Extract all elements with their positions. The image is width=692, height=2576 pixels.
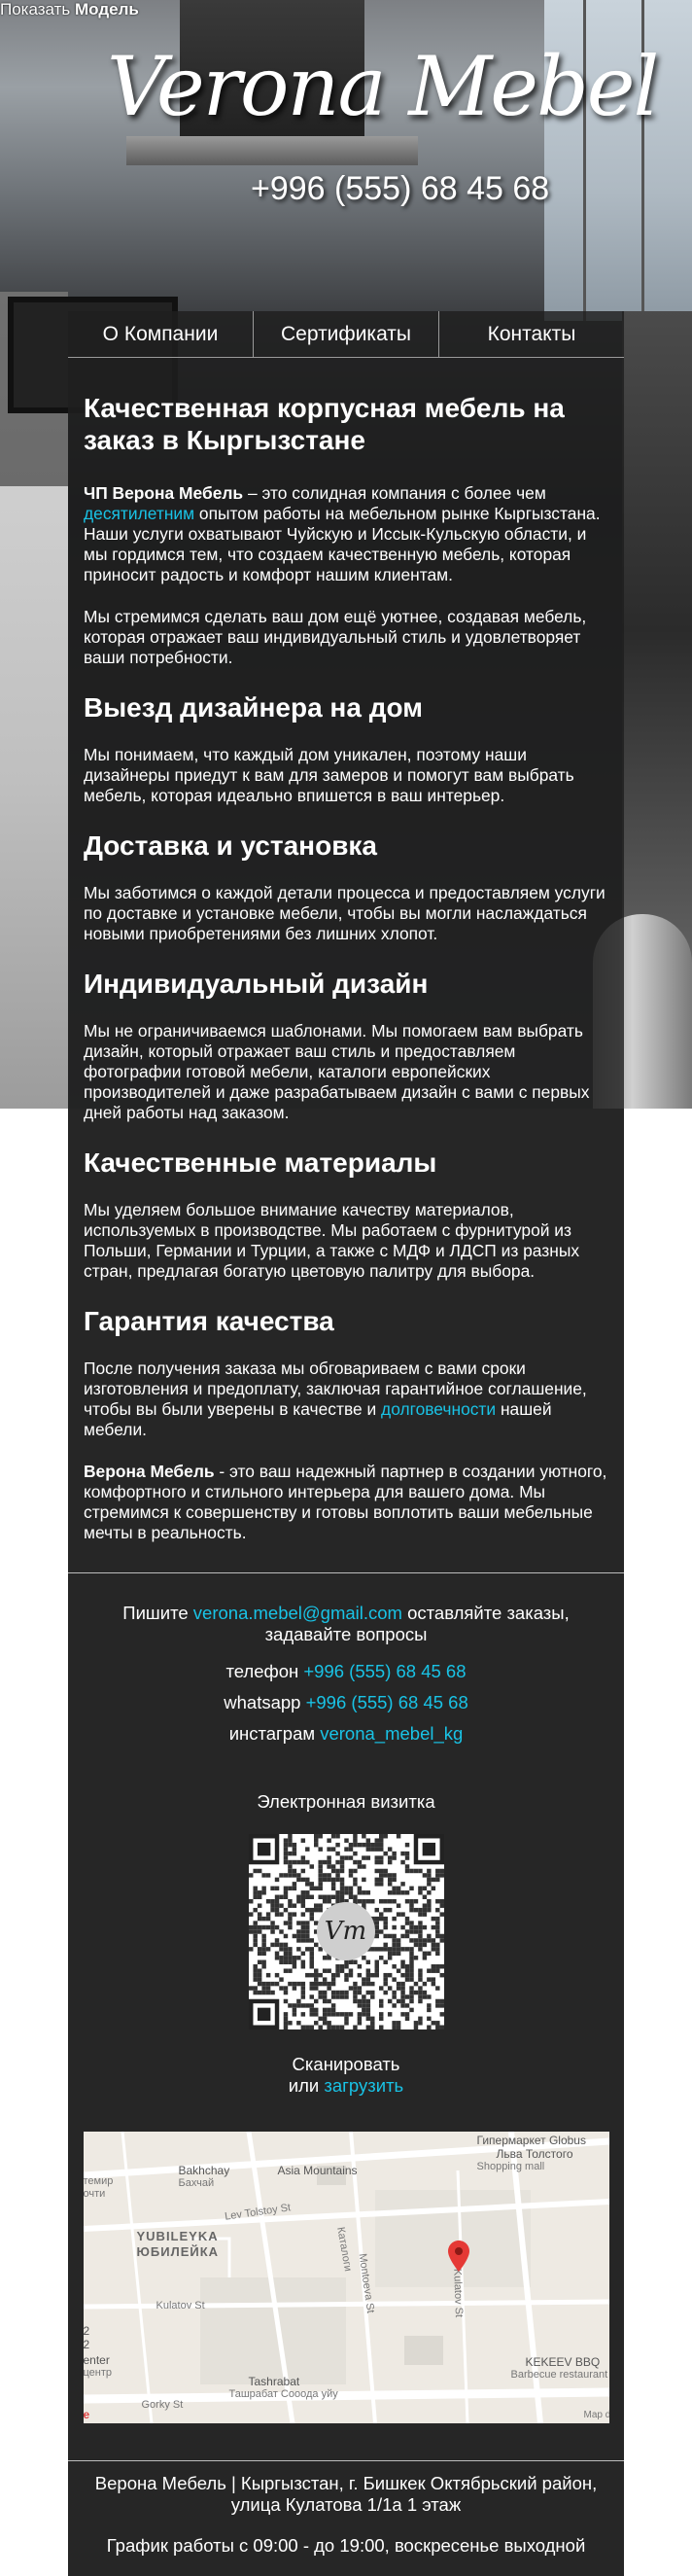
decade-link[interactable]: десятилетним <box>84 504 194 523</box>
phone-line: телефон +996 (555) 68 45 68 <box>68 1661 624 1682</box>
write-us-text: Пишите verona.mebel@gmail.com оставляйте… <box>68 1603 624 1645</box>
map-label-barbecue: Barbecue restaurant <box>510 2369 608 2381</box>
section-title-design: Индивидуальный дизайн <box>84 969 429 999</box>
map-label-gorky: Gorky St <box>141 2399 184 2411</box>
map-label-yubileyka-ru: ЮБИЛЕЙКА <box>136 2244 220 2259</box>
map-label-two-a: 2 <box>83 2324 90 2338</box>
intro-text-a: – это солидная компания с более чем <box>243 483 546 503</box>
map-pin-icon[interactable] <box>447 2241 469 2272</box>
closing-company-name: Верона Мебель <box>84 1462 215 1481</box>
vcard-title: Электронная визитка <box>257 1791 435 1812</box>
vcard-qr-code[interactable]: Vm <box>248 1834 444 2029</box>
section-text-materials: Мы уделяем большое внимание качеству мат… <box>84 1200 580 1281</box>
section-text-designer: Мы понимаем, что каждый дом уникален, по… <box>84 745 574 805</box>
header-phone[interactable]: +996 (555) 68 45 68 <box>251 170 549 208</box>
closing-paragraph: Верона Мебель - это ваш надежный партнер… <box>84 1462 608 1543</box>
section-title-guarantee: Гарантия качества <box>84 1306 334 1336</box>
page-title: Качественная корпусная мебель на заказ в… <box>84 393 565 455</box>
map-label-shopping: Shopping mall <box>476 2161 545 2172</box>
show-label: Показать <box>0 0 71 18</box>
map-label-ochti: очти <box>83 2188 106 2200</box>
section-title-materials: Качественные материалы <box>84 1147 437 1178</box>
company-name: ЧП Верона Мебель <box>84 483 244 503</box>
map-label-temir: темир <box>83 2175 114 2187</box>
section-text-design: Мы не ограничиваемся шаблонами. Мы помог… <box>84 1021 590 1122</box>
map-label-kulatov-vertical: Kulatov St <box>450 2268 465 2318</box>
intro-paragraph: ЧП Верона Мебель – это солидная компания… <box>84 483 608 585</box>
section-text-guarantee: После получения заказа мы обговариваем с… <box>84 1359 608 1440</box>
map-label-asia: Asia Mountains <box>277 2164 358 2177</box>
email-link[interactable]: verona.mebel@gmail.com <box>193 1603 402 1623</box>
map-label-tashrabat: Tashrabat <box>248 2375 300 2388</box>
whatsapp-label: whatsapp <box>224 1692 306 1712</box>
footer-hours: График работы с 09:00 - до 19:00, воскре… <box>106 2535 586 2556</box>
map-label-two-b: 2 <box>83 2338 90 2351</box>
intro-paragraph-2: Мы стремимся сделать ваш дом ещё уютнее,… <box>84 607 587 667</box>
map-label-centr: центр <box>83 2367 113 2379</box>
phone-label: телефон <box>225 1661 304 1681</box>
map-label-bakhchay: Bakhchay <box>178 2164 230 2177</box>
section-title-delivery: Доставка и установка <box>84 830 377 861</box>
map-label-yubileyka: YUBILEYKA <box>136 2229 219 2243</box>
whatsapp-link[interactable]: +996 (555) 68 45 68 <box>306 1692 468 1712</box>
instagram-link[interactable]: verona_mebel_kg <box>320 1723 463 1744</box>
footer-address: Верона Мебель | Кыргызстан, г. Бишкек Ок… <box>94 2473 598 2515</box>
site-logo[interactable]: Verona Mebel <box>107 39 659 146</box>
main-nav: О Компании Сертификаты Контакты <box>68 311 624 358</box>
scan-text: Сканировать или загрузить <box>68 2054 624 2097</box>
phone-link[interactable]: +996 (555) 68 45 68 <box>303 1661 466 1681</box>
main-content: Качественная корпусная мебель на заказ в… <box>68 392 624 1543</box>
map-label-tolstogo: Льва Толстого <box>496 2147 573 2161</box>
instagram-label: инстаграм <box>228 1723 321 1744</box>
section-title-designer: Выезд дизайнера на дом <box>84 692 423 723</box>
scan-or: или <box>288 2075 325 2096</box>
map-label-tashrabat-ru: Ташрабат Сооода уйу <box>228 2388 338 2400</box>
nav-item-certificates[interactable]: Сертификаты <box>253 311 438 357</box>
durability-link[interactable]: долговечности <box>381 1399 496 1419</box>
map-label-bakhchay-ru: Бахчай <box>178 2177 215 2189</box>
instagram-line: инстаграм verona_mebel_kg <box>68 1723 624 1745</box>
scan-line-2: или загрузить <box>68 2075 624 2097</box>
section-text-delivery: Мы заботимся о каждой детали процесса и … <box>84 883 606 943</box>
whatsapp-line: whatsapp +996 (555) 68 45 68 <box>68 1692 624 1713</box>
footer-divider <box>68 2460 624 2461</box>
download-link[interactable]: загрузить <box>324 2075 403 2096</box>
divider <box>68 1572 624 1573</box>
map-attribution: Map d <box>583 2410 609 2420</box>
map-google-logo: e <box>83 2408 90 2421</box>
map-label-kekeev: KEKEEV BBQ <box>525 2355 601 2369</box>
map-label-globus: Гипермаркет Globus <box>476 2134 586 2147</box>
scan-line-1: Сканировать <box>292 2054 400 2074</box>
map-label-kulatov: Kulatov St <box>156 2300 205 2311</box>
show-model-label: Модель <box>75 0 139 18</box>
contacts-section: Пишите verona.mebel@gmail.com оставляйте… <box>68 1603 624 2557</box>
map-label-enter: enter <box>83 2353 110 2367</box>
nav-item-contacts[interactable]: Контакты <box>438 311 624 357</box>
content-panel: О Компании Сертификаты Контакты Качестве… <box>68 311 624 2576</box>
show-model-toggle[interactable]: Показать Модель <box>0 0 139 19</box>
nav-item-about[interactable]: О Компании <box>68 311 253 357</box>
write-text-a: Пишите <box>122 1603 193 1623</box>
qr-logo: Vm <box>316 1902 375 1960</box>
location-map[interactable]: Гипермаркет Globus Льва Толстого Shoppin… <box>83 2132 609 2423</box>
